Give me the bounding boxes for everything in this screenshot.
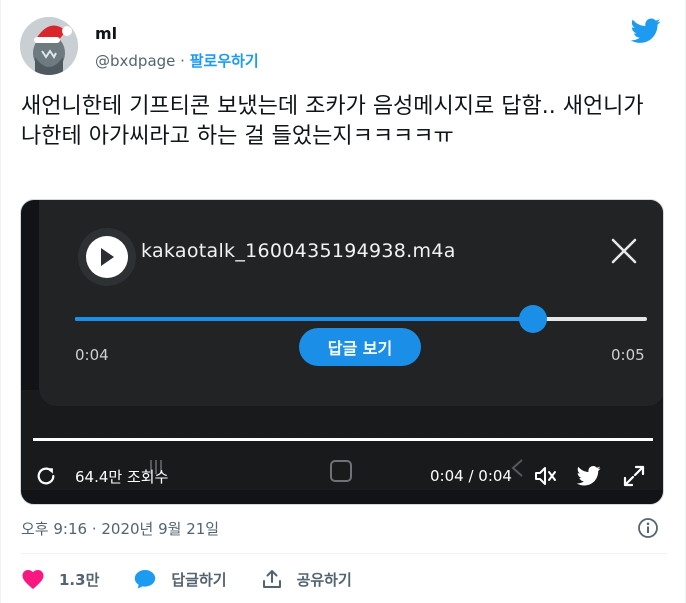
reply-bubble-icon [135,570,156,589]
elapsed-time: 0:04 [75,346,109,364]
view-replies-button[interactable]: 답글 보기 [299,328,421,366]
share-icon [262,570,281,588]
follow-button[interactable]: 팔로우하기 [190,52,259,70]
tweet-card: ml @bxdpage · 팔로우하기 새언니한테 기프티콘 보냈는데 조카가 … [0,0,686,603]
separator-dot: · [180,52,185,70]
audio-seek-bar[interactable] [75,305,647,333]
ghost-home-icon [330,460,352,482]
author-name[interactable]: ml [95,24,117,43]
action-bar: 1.3만 답글하기 공유하기 [21,566,386,592]
handle-row: @bxdpage · 팔로우하기 [95,50,259,71]
total-time: 0:05 [611,346,645,364]
replay-icon[interactable] [35,458,61,494]
twitter-bird-icon[interactable] [630,18,661,44]
expand-icon[interactable] [623,458,647,494]
info-icon[interactable] [637,517,659,539]
heart-icon [22,570,44,589]
reply-button[interactable]: 답글하기 [133,566,227,592]
video-progress-bar[interactable] [33,438,653,441]
tweet-timestamp[interactable]: 오후 9:16 · 2020년 9월 21일 [21,518,219,539]
divider [21,553,667,554]
play-button[interactable] [78,228,136,286]
close-icon[interactable] [611,238,637,264]
media-player[interactable]: kakaotalk_1600435194938.m4a 0:04 0:05 답글… [20,199,664,505]
avatar[interactable] [20,17,78,75]
view-count: 64.4만 조회수 [75,467,169,486]
audio-filename: kakaotalk_1600435194938.m4a [141,240,456,262]
audio-player-card: kakaotalk_1600435194938.m4a 0:04 0:05 답글… [39,200,663,406]
tweet-text: 새언니한테 기프티콘 보냈는데 조카가 음성메시지로 답함.. 새언니가 나한테… [21,94,644,149]
volume-icon[interactable] [533,458,559,494]
video-timecode: 0:04 / 0:04 [430,467,512,485]
seek-bar-fill [75,317,533,321]
seek-bar-handle[interactable] [518,305,547,333]
reply-label: 답글하기 [171,570,227,589]
author-handle[interactable]: @bxdpage [95,52,175,70]
share-button[interactable]: 공유하기 [261,566,352,592]
twitter-small-icon[interactable] [577,458,601,494]
play-icon [86,236,128,278]
like-button[interactable]: 1.3만 [21,566,99,592]
like-count: 1.3만 [59,570,100,589]
share-label: 공유하기 [296,570,352,589]
